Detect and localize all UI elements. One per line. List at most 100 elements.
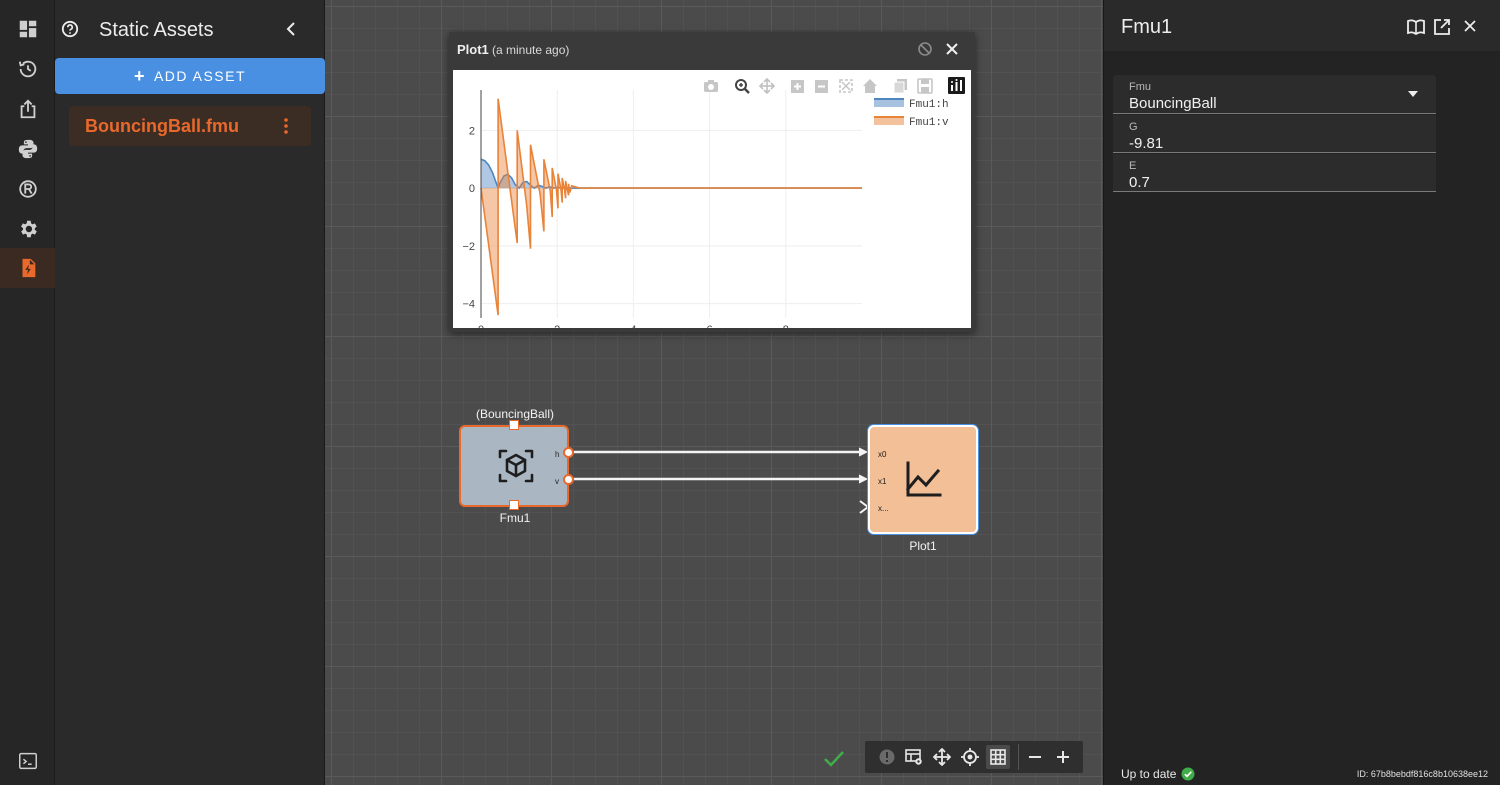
x-tick-label: 6 — [707, 324, 713, 328]
port-label-h: h — [555, 450, 560, 459]
zoom-out-button[interactable] — [1023, 745, 1047, 769]
terminal-icon — [18, 752, 37, 770]
rail-item-settings[interactable] — [0, 209, 55, 249]
history-icon — [18, 60, 36, 78]
asset-list-item[interactable]: BouncingBall.fmu — [69, 106, 311, 146]
assets-header: Static Assets — [55, 10, 325, 50]
g-field[interactable]: G -9.81 — [1113, 115, 1436, 153]
y-tick-label: 2 — [469, 125, 475, 137]
e-field-value: 0.7 — [1129, 174, 1150, 191]
add-asset-button[interactable]: + ADD ASSET — [55, 58, 325, 94]
copy-icon[interactable] — [893, 79, 907, 94]
fmu-select[interactable]: Fmu BouncingBall — [1113, 75, 1436, 114]
center-button[interactable] — [958, 745, 982, 769]
plot-legend[interactable]: Fmu1:h Fmu1:v — [874, 98, 949, 129]
help-icon[interactable] — [61, 20, 79, 38]
assets-panel-title: Static Assets — [99, 19, 214, 41]
export-icon — [20, 99, 35, 119]
toolbar-separator — [1018, 744, 1019, 770]
registry-icon — [18, 180, 37, 198]
parameters-button[interactable] — [902, 745, 926, 769]
output-port-h[interactable] — [563, 447, 574, 458]
rail-item-python[interactable] — [0, 129, 55, 169]
plot-window-title: Plot1 — [457, 42, 489, 57]
legend-swatch — [874, 117, 904, 125]
open-in-new-icon[interactable] — [1433, 18, 1451, 36]
info-icon — [879, 749, 895, 765]
input-label-x0: x0 — [878, 450, 887, 459]
fmu-node[interactable]: h v — [459, 420, 574, 510]
x-tick-label: 8 — [783, 324, 789, 328]
rail-item-static-assets[interactable] — [0, 248, 55, 288]
pan-icon[interactable] — [758, 77, 776, 95]
rail-item-history[interactable] — [0, 49, 55, 89]
autoscale-icon[interactable] — [839, 79, 853, 93]
block-icon[interactable] — [917, 41, 933, 57]
empty-input-arrow — [859, 500, 870, 514]
diagram-canvas[interactable]: Plot1 (a minute ago) −4−20202468 Fmu1:hF… — [325, 0, 1103, 785]
fmu-node-name: Fmu1 — [499, 511, 531, 525]
rail-item-export[interactable] — [0, 89, 55, 129]
plot-axes: −4 −2 0 2 0 2 4 6 8 — [462, 90, 789, 328]
plotly-logo-icon[interactable] — [948, 77, 965, 94]
line-chart-icon — [905, 461, 942, 497]
y-tick-label: 0 — [469, 183, 475, 195]
zoom-in-button[interactable] — [1051, 745, 1075, 769]
plot-gridlines — [480, 90, 862, 318]
asset-name: BouncingBall.fmu — [85, 116, 239, 136]
close-icon[interactable] — [1462, 18, 1478, 34]
dashboard-icon — [19, 20, 36, 38]
g-field-label: G — [1129, 121, 1138, 133]
book-icon[interactable] — [1407, 18, 1425, 36]
python-icon — [18, 139, 37, 159]
app-root: Static Assets + ADD ASSET BouncingBall.f… — [0, 0, 1500, 785]
series-line-Fmu1-v — [480, 98, 862, 316]
zoom-in-icon[interactable] — [791, 80, 804, 93]
fmu-node-type-label: (BouncingBall) — [475, 407, 555, 421]
home-icon[interactable] — [863, 79, 877, 93]
minus-icon — [1029, 756, 1041, 758]
rail-item-registry[interactable] — [0, 169, 55, 209]
info-button[interactable] — [875, 745, 899, 769]
inspector-title: Fmu1 — [1121, 16, 1173, 38]
add-asset-label: ADD ASSET — [153, 68, 247, 84]
x-tick-label: 0 — [478, 324, 484, 328]
gear-icon — [20, 220, 37, 238]
pan-button[interactable] — [930, 745, 954, 769]
inspector-panel: Fmu1 Fmu BouncingBall G -9.81 E 0.7 Up t… — [1103, 0, 1500, 785]
plot-chart[interactable]: −4 −2 0 2 0 2 4 6 8 Fmu1:h Fmu1:v — [453, 70, 971, 328]
legend-entry-label: Fmu1:h — [909, 99, 949, 111]
e-field[interactable]: E 0.7 — [1113, 154, 1436, 192]
more-vertical-icon[interactable] — [281, 116, 291, 136]
plot-area[interactable]: −4 −2 0 2 0 2 4 6 8 Fmu1:h Fmu1:v — [453, 70, 971, 328]
wire-h-arrowhead — [858, 447, 869, 457]
top-handle[interactable] — [509, 420, 519, 430]
plot-node[interactable]: x0 x1 x... — [868, 425, 978, 534]
zoom-icon[interactable] — [735, 79, 750, 94]
save-icon[interactable] — [917, 78, 933, 94]
canvas-toolbar — [865, 741, 1083, 773]
camera-icon[interactable] — [704, 80, 718, 92]
grid-toggle-button[interactable] — [986, 745, 1010, 769]
inspector-header: Fmu1 — [1104, 0, 1500, 51]
port-label-v: v — [555, 477, 559, 486]
plot-window-titlebar[interactable]: Plot1 (a minute ago) — [449, 32, 975, 66]
fmu-select-label: Fmu — [1129, 81, 1151, 93]
close-icon[interactable] — [944, 41, 960, 57]
rail-item-terminal[interactable] — [0, 741, 55, 781]
caret-down-icon[interactable] — [1407, 90, 1419, 98]
plus-icon: + — [133, 65, 146, 86]
rail-item-dashboard[interactable] — [0, 9, 55, 49]
bottom-handle[interactable] — [509, 500, 519, 510]
output-port-v[interactable] — [563, 474, 574, 485]
file-bolt-icon — [22, 258, 35, 278]
zoom-out-icon[interactable] — [815, 80, 828, 93]
plus-icon — [1057, 751, 1069, 763]
input-label-xmore: x... — [878, 504, 889, 513]
plot-window[interactable]: Plot1 (a minute ago) −4−20202468 Fmu1:hF… — [449, 32, 975, 332]
chevron-left-icon[interactable] — [284, 21, 300, 37]
plot-series-layer — [480, 98, 862, 316]
check-icon — [824, 751, 844, 767]
crosshair-icon — [961, 748, 979, 766]
wire-v-arrowhead — [858, 474, 869, 484]
